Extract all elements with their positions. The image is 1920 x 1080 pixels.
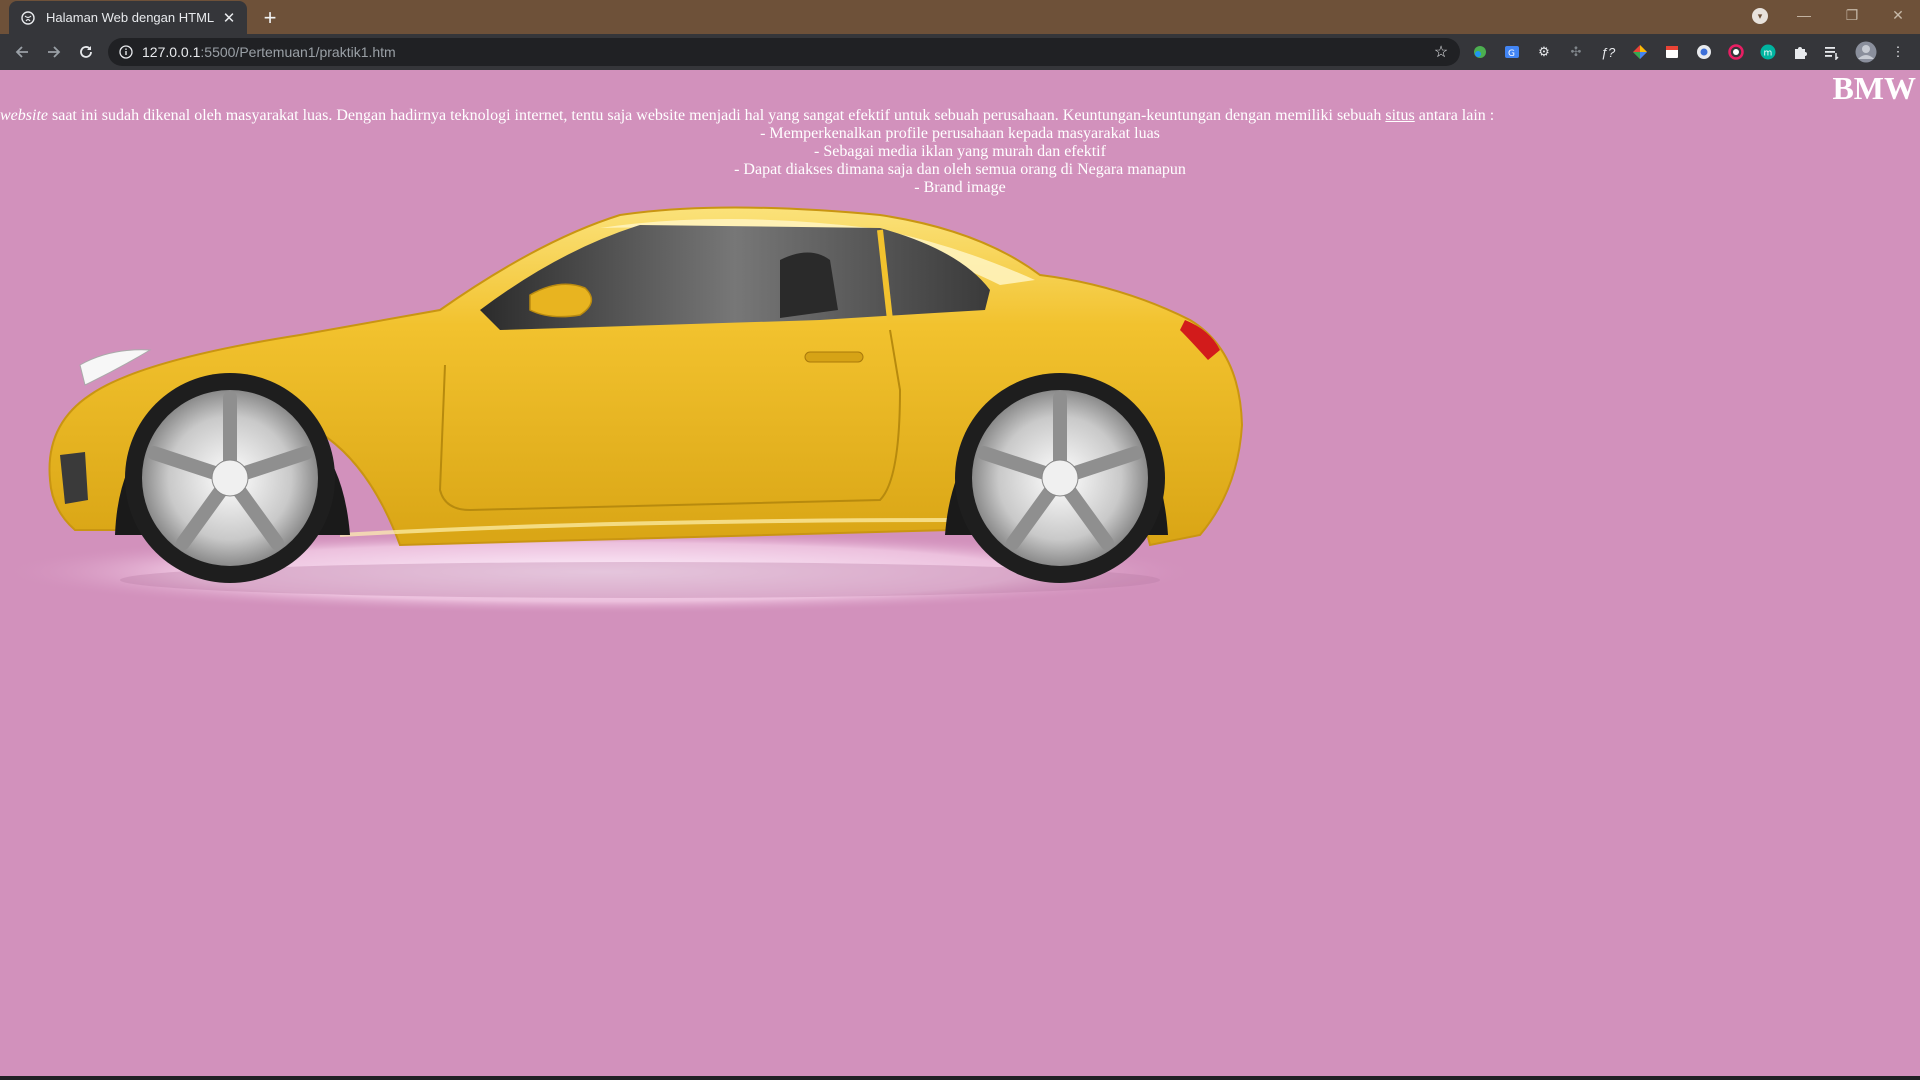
svg-text:m: m — [1764, 49, 1773, 59]
benefit-item: - Dapat diakses dimana saja dan oleh sem… — [734, 161, 1186, 178]
circle-extension-icon[interactable] — [1694, 42, 1714, 62]
benefit-item: - Sebagai media iklan yang murah dan efe… — [814, 143, 1106, 160]
front-wheel — [125, 373, 335, 583]
ruler-icon[interactable]: ✣ — [1566, 42, 1586, 62]
tab-title: Halaman Web dengan HTML — [46, 10, 215, 25]
site-info-icon[interactable] — [118, 44, 134, 60]
extension-icon[interactable] — [1470, 42, 1490, 62]
back-icon[interactable] — [8, 38, 36, 66]
tab-search-icon[interactable]: ▾ — [1752, 8, 1768, 24]
brand-heading: BMW — [1832, 70, 1916, 106]
browser-toolbar: 127.0.0.1:5500/Pertemuan1/praktik1.htm ☆… — [0, 34, 1920, 70]
page-bottom-border — [0, 1076, 1920, 1080]
url-path: :5500/Pertemuan1/praktik1.htm — [200, 44, 396, 60]
window-close-icon[interactable]: ✕ — [1876, 0, 1920, 30]
reading-list-icon[interactable] — [1822, 42, 1842, 62]
menu-kebab-icon[interactable]: ⋮ — [1888, 42, 1908, 62]
globe-icon — [20, 10, 36, 26]
intro-emphasis: website — [0, 107, 48, 124]
benefit-list: - Memperkenalkan profile perusahaan kepa… — [0, 125, 1920, 197]
intro-text: saat ini sudah dikenal oleh masyarakat l… — [48, 107, 1386, 124]
translate-icon[interactable]: G — [1502, 42, 1522, 62]
m-extension-icon[interactable]: m — [1758, 42, 1778, 62]
yellow-sports-car-image — [0, 206, 1244, 614]
clipboard-icon[interactable] — [1662, 42, 1682, 62]
minimize-icon[interactable]: — — [1782, 0, 1826, 30]
situs-underline: situs — [1385, 107, 1415, 124]
puzzle-icon[interactable] — [1790, 42, 1810, 62]
color-picker-icon[interactable] — [1630, 42, 1650, 62]
bookmark-star-icon[interactable]: ☆ — [1432, 43, 1450, 61]
ring-extension-icon[interactable] — [1726, 42, 1746, 62]
close-tab-icon[interactable]: ✕ — [219, 8, 239, 28]
url-text: 127.0.0.1:5500/Pertemuan1/praktik1.htm — [142, 44, 396, 60]
profile-avatar[interactable] — [1854, 40, 1878, 64]
address-bar[interactable]: 127.0.0.1:5500/Pertemuan1/praktik1.htm ☆ — [108, 38, 1460, 66]
gear-icon[interactable]: ⚙ — [1534, 42, 1554, 62]
browser-tab[interactable]: Halaman Web dengan HTML ✕ — [9, 1, 247, 34]
svg-text:G: G — [1508, 49, 1515, 59]
font-icon[interactable]: ƒ? — [1598, 42, 1618, 62]
benefit-item: - Memperkenalkan profile perusahaan kepa… — [760, 125, 1160, 142]
url-host: 127.0.0.1 — [142, 44, 201, 60]
intro-tail: antara lain : — [1414, 107, 1495, 124]
intro-paragraph: website saat ini sudah dikenal oleh masy… — [0, 107, 1494, 125]
forward-icon[interactable] — [40, 38, 68, 66]
reload-icon[interactable] — [72, 38, 100, 66]
new-tab-button[interactable]: + — [258, 5, 282, 30]
rear-wheel — [955, 373, 1165, 583]
restore-icon[interactable]: ❐ — [1830, 0, 1874, 30]
tab-strip: Halaman Web dengan HTML ✕ + ▾ — ❐ ✕ — [0, 0, 1920, 34]
